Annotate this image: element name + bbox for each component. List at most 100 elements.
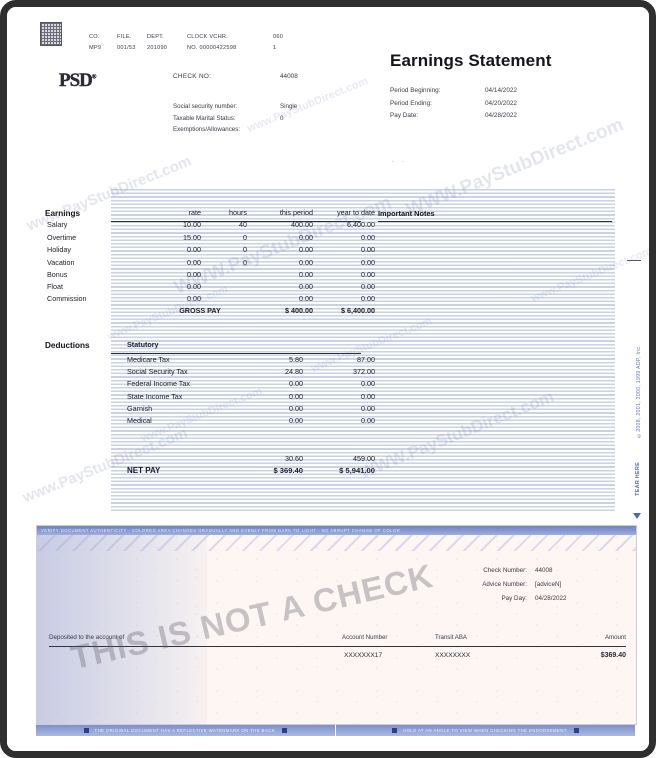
page-title: Earnings Statement — [390, 51, 552, 70]
deduction-ytd: 0.00 — [361, 391, 375, 401]
adp-copyright: ©2008, 2001, 2000, 1999 ADP, Inc. — [636, 345, 642, 439]
header-label-dept: DEPT. — [147, 34, 165, 40]
col-this-period: this period — [279, 208, 313, 217]
employee-labels: Social security number: Taxable Marital … — [173, 101, 240, 136]
earning-name: Commission — [47, 294, 87, 304]
deduction-this-period: 0.00 — [289, 415, 303, 425]
ssn-label: Social security number: — [173, 103, 238, 110]
marital-label: Taxable Marital Status: — [173, 114, 236, 122]
earning-ytd: 0.00 — [361, 294, 375, 304]
earning-hours: 0 — [243, 257, 247, 267]
pay-period-values: 04/14/2022 04/20/2022 04/28/2022 — [485, 85, 517, 123]
header-code-labels: CO. FILE. DEPT. CLOCK VCHR. 060 — [89, 34, 313, 45]
earning-rate: 0.00 — [187, 269, 201, 279]
earnings-column-headers: rate hours this period year to date — [45, 208, 375, 220]
net-pay-this-period: $ 369.40 — [273, 466, 303, 476]
advice-number-label: Advice Number: — [482, 581, 527, 588]
earning-this-period: 0.00 — [299, 294, 313, 304]
gross-pay-row: GROSS PAY $ 400.00 $ 6,400.00 — [45, 306, 375, 321]
important-notes-rule — [378, 221, 612, 222]
deductions-subtotal-row: 30.60 459.00 — [45, 454, 375, 466]
deductions-spacer — [45, 428, 375, 454]
bottom-band-left-text: THE ORIGINAL DOCUMENT HAS A REFLECTIVE W… — [94, 728, 277, 733]
transit-aba-header: Transit ABA — [435, 634, 467, 641]
table-row: Medical 0.00 0.00 — [45, 416, 375, 428]
band-square-icon — [83, 728, 89, 733]
col-year-to-date: year to date — [337, 208, 375, 217]
pay-period-labels: Period Beginning: Period Ending: Pay Dat… — [390, 85, 440, 123]
table-row: Salary 10.00 40 400.00 6,400.00 — [45, 220, 375, 233]
header-value-co: MP9 — [89, 45, 102, 51]
earning-ytd: 0.00 — [361, 269, 375, 279]
account-number-value: XXXXXXX17 — [344, 652, 383, 659]
important-notes-title: Important Notes — [378, 209, 435, 218]
notes-panel-background — [373, 187, 615, 512]
earning-this-period: 0.00 — [299, 245, 313, 255]
table-row: Commission 0.00 0.00 0.00 — [45, 294, 375, 306]
gross-pay-ytd: $ 6,400.00 — [341, 306, 375, 316]
check-field-labels: Check Number: Advice Number: Pay Day: — [451, 564, 527, 606]
band-square-icon — [573, 728, 579, 733]
header-value-dept: 201090 — [147, 45, 168, 51]
earning-ytd: 0.00 — [361, 281, 375, 291]
table-row: Bonus 0.00 0.00 0.00 — [45, 270, 375, 282]
earnings-table: rate hours this period year to date Sala… — [45, 208, 375, 321]
amount-value: $369.40 — [600, 652, 626, 659]
deductions-subtotal-this-period: 30.60 — [285, 454, 303, 464]
pay-day-value: 04/28/2022 — [535, 595, 567, 602]
table-row: Float 0.00 0.00 0.00 — [45, 282, 375, 294]
table-row: Federal Income Tax 0.00 0.00 — [45, 379, 375, 391]
deduction-name: State Income Tax — [127, 391, 183, 401]
tear-arrow-icon — [633, 513, 641, 519]
paystub-document: CO. FILE. DEPT. CLOCK VCHR. 060 MP9 001/… — [0, 0, 656, 758]
deduction-name: Social Security Tax — [127, 367, 188, 377]
deductions-subtotal-ytd: 459.00 — [353, 454, 375, 464]
band-square-icon — [392, 728, 398, 733]
earning-this-period: 0.00 — [299, 257, 313, 267]
check-top-microtext: VERIFY DOCUMENT AUTHENTICITY - COLORED A… — [37, 526, 636, 535]
check-no-value: 44008 — [280, 73, 298, 80]
transit-aba-value: XXXXXXXX — [435, 652, 471, 659]
header-label-clock: CLOCK VCHR. — [187, 34, 228, 40]
deduction-name: Federal Income Tax — [127, 379, 190, 389]
deduction-this-period: 24.80 — [285, 367, 303, 377]
earning-hours: 40 — [239, 220, 247, 230]
table-row: Overtime 15.00 0 0.00 0.00 — [45, 233, 375, 245]
earning-this-period: 400.00 — [291, 220, 313, 230]
earning-this-period: 0.00 — [299, 269, 313, 279]
earning-name: Vacation — [47, 257, 75, 267]
table-row: State Income Tax 0.00 0.00 — [45, 392, 375, 404]
bottom-band-right: HOLD AT AN ANGLE TO VIEW WHEN CHECKING T… — [336, 725, 635, 736]
deduction-ytd: 0.00 — [361, 415, 375, 425]
gross-pay-label: GROSS PAY — [179, 306, 221, 316]
header-label-co: CO. — [89, 34, 100, 40]
net-pay-ytd: $ 5,941.00 — [339, 466, 375, 476]
marital-value: Single — [280, 103, 298, 110]
psd-logo: PSD® — [59, 70, 97, 92]
deduction-ytd: 87.00 — [357, 355, 375, 364]
account-number-header: Account Number — [342, 634, 388, 641]
earning-name: Overtime — [47, 233, 77, 243]
pay-date-label: Pay Date: — [390, 112, 419, 120]
earning-hours: 0 — [243, 233, 247, 243]
period-beginning-value: 04/14/2022 — [485, 87, 517, 94]
earning-this-period: 0.00 — [299, 281, 313, 291]
psd-logo-text: PSD — [59, 70, 93, 91]
table-row: Vacation 0.00 0 0.00 0.00 — [45, 258, 375, 270]
header-code-table: CO. FILE. DEPT. CLOCK VCHR. 060 MP9 001/… — [89, 34, 313, 56]
earning-name: Holiday — [47, 245, 71, 255]
registered-mark: ® — [91, 74, 97, 81]
grid-logo-icon — [40, 22, 62, 46]
earning-rate: 10.00 — [183, 220, 201, 230]
net-pay-row: NET PAY $ 369.40 $ 5,941.00 — [45, 466, 375, 484]
header-value-file: 001/53 — [117, 45, 136, 51]
bottom-band-left: THE ORIGINAL DOCUMENT HAS A REFLECTIVE W… — [36, 725, 335, 736]
table-row: Social Security Tax 24.80 372.00 — [45, 367, 375, 379]
pay-day-label: Pay Day: — [501, 595, 527, 602]
earning-ytd: 0.00 — [361, 257, 375, 267]
table-row: Holiday 0.00 0 0.00 0.00 — [45, 245, 375, 257]
header-code-values: MP9 001/53 201090 NO. 00000422598 1 — [89, 45, 313, 56]
earning-hours: 0 — [243, 245, 247, 255]
earning-rate: 0.00 — [187, 281, 201, 291]
advice-number-value: [adviceN] — [535, 581, 562, 588]
